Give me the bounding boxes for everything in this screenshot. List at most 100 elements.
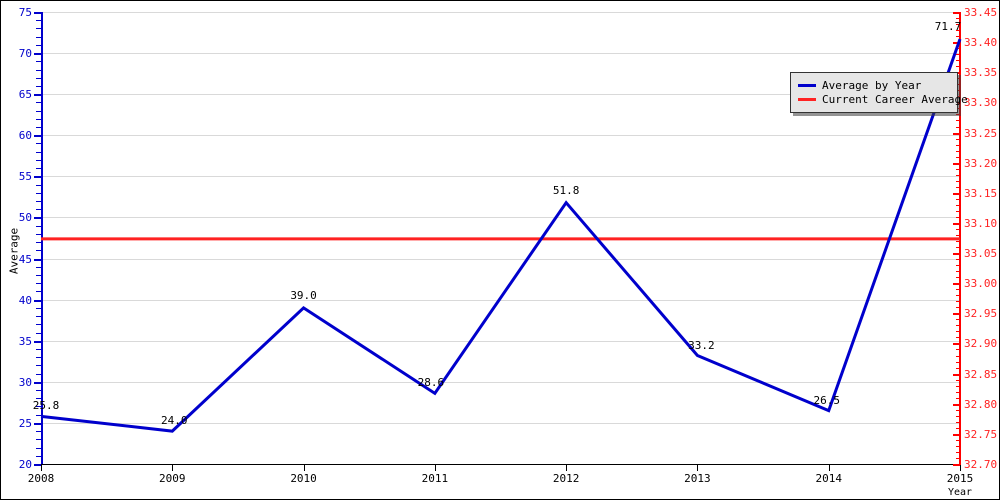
left-axis-major-tick: [34, 176, 41, 179]
left-axis-major-tick: [34, 340, 41, 343]
right-axis-major-tick: [953, 313, 961, 316]
right-axis-major-tick: [953, 222, 961, 225]
right-axis-minor-tick: [956, 54, 961, 56]
left-axis-minor-tick: [36, 201, 41, 203]
right-axis-minor-tick: [956, 319, 961, 321]
data-point-label: 26.5: [813, 393, 840, 407]
right-axis-minor-tick: [956, 150, 961, 152]
left-axis-minor-tick: [36, 69, 41, 71]
left-axis-tick-label: 30: [18, 375, 32, 389]
legend-item-average-by-year[interactable]: Average by Year: [798, 78, 950, 92]
right-axis-tick-label: 33.00: [964, 277, 998, 291]
right-axis-minor-tick: [956, 66, 961, 68]
left-axis-minor-tick: [36, 61, 41, 63]
legend-item-current-career-average[interactable]: Current Career Average: [798, 92, 968, 106]
right-axis-tick-label: 32.70: [964, 458, 998, 471]
bottom-axis-tick: [172, 465, 174, 471]
right-axis-minor-tick: [956, 379, 961, 381]
gridline: [41, 135, 960, 137]
left-axis-minor-tick: [36, 192, 41, 194]
right-axis-minor-tick: [956, 451, 961, 453]
line-chart: 20 25 30 35 40 45 50 55 60 65 70 75 32.70 32.75 32.80…: [0, 0, 1000, 500]
left-axis-minor-tick: [36, 266, 41, 268]
right-axis-minor-tick: [956, 210, 961, 212]
right-axis-minor-tick: [956, 144, 961, 146]
x-axis-tick-label: 2012: [552, 472, 580, 485]
left-axis-minor-tick: [36, 77, 41, 79]
right-axis-minor-tick: [956, 204, 961, 206]
left-axis-minor-tick: [36, 168, 41, 170]
x-axis-tick-label: 2011: [421, 472, 449, 485]
right-axis-minor-tick: [956, 114, 961, 116]
right-axis-minor-tick: [956, 174, 961, 176]
right-axis-minor-tick: [956, 216, 961, 218]
bottom-axis-line: [41, 464, 961, 465]
gridline: [41, 217, 960, 219]
right-axis-major-tick: [953, 253, 961, 256]
left-axis-minor-tick: [36, 447, 41, 449]
right-axis-minor-tick: [956, 241, 961, 242]
data-point-label: 28.6: [417, 376, 445, 390]
legend-label-average-by-year: Average by Year: [822, 78, 922, 92]
left-axis-minor-tick: [36, 316, 41, 318]
left-axis-minor-tick: [36, 110, 41, 112]
bottom-axis-tick: [828, 465, 830, 471]
right-axis-tick-label: 33.20: [964, 156, 998, 170]
right-axis-minor-tick: [956, 439, 961, 441]
left-axis-minor-tick: [36, 455, 41, 457]
right-axis-minor-tick: [956, 120, 961, 122]
left-axis-major-tick: [34, 12, 41, 14]
left-axis-minor-tick: [36, 44, 41, 46]
left-axis-major-tick: [34, 94, 41, 97]
right-axis-major-tick: [953, 192, 961, 195]
right-axis-minor-tick: [956, 397, 961, 399]
gridline: [41, 258, 960, 260]
legend-swatch-blue: [798, 83, 816, 87]
left-axis-minor-tick: [36, 127, 41, 129]
right-axis-tick-label: 33.30: [964, 96, 998, 110]
left-axis-minor-tick: [36, 357, 41, 359]
bottom-axis-tick: [566, 465, 568, 471]
data-point-label: 39.0: [290, 288, 317, 302]
bottom-axis-tick: [697, 465, 699, 471]
gridline: [41, 381, 960, 383]
right-axis-minor-tick: [956, 18, 961, 20]
right-axis-line: [959, 12, 961, 464]
left-axis-tick-label: 70: [18, 47, 32, 61]
right-axis-tick-label: 33.25: [964, 126, 998, 140]
right-axis-minor-tick: [956, 156, 961, 158]
gridline: [41, 176, 960, 178]
left-axis-major-tick: [34, 258, 41, 261]
left-axis-minor-tick: [36, 85, 41, 87]
left-axis-minor-tick: [36, 390, 41, 392]
right-axis-major-tick: [953, 12, 961, 14]
right-axis-tick-label: 32.90: [964, 337, 998, 351]
y-axis-title: Average: [7, 227, 21, 275]
left-axis-minor-tick: [36, 209, 41, 211]
left-axis-minor-tick: [36, 233, 41, 235]
left-axis-tick-label: 35: [18, 334, 32, 348]
left-axis-minor-tick: [36, 225, 41, 227]
left-axis-minor-tick: [36, 283, 41, 285]
gridline: [41, 53, 960, 55]
x-axis-tick-label: 2010: [290, 472, 317, 485]
x-axis-title: Year: [947, 487, 973, 498]
left-axis-minor-tick: [36, 291, 41, 293]
right-axis-minor-tick: [956, 385, 961, 387]
left-axis-tick-label: 65: [18, 88, 32, 102]
left-axis-minor-tick: [36, 414, 41, 416]
legend-label-current-career-average: Current Career Average: [822, 92, 968, 106]
left-axis-minor-tick: [36, 118, 41, 120]
legend[interactable]: Average by Year Current Career Average: [790, 72, 968, 113]
right-axis-tick-label: 33.05: [964, 247, 998, 261]
right-axis-minor-tick: [956, 259, 961, 261]
left-axis-minor-tick: [36, 102, 41, 104]
left-axis-minor-tick: [36, 242, 41, 244]
left-axis-minor-tick: [36, 439, 41, 441]
left-axis-minor-tick: [36, 28, 41, 30]
left-axis-minor-tick: [36, 332, 41, 334]
data-point-label: 33.2: [688, 338, 715, 352]
left-axis-tick-label: 75: [18, 6, 32, 19]
legend-swatch-red: [798, 97, 816, 101]
right-axis-tick-label: 33.40: [964, 36, 998, 50]
